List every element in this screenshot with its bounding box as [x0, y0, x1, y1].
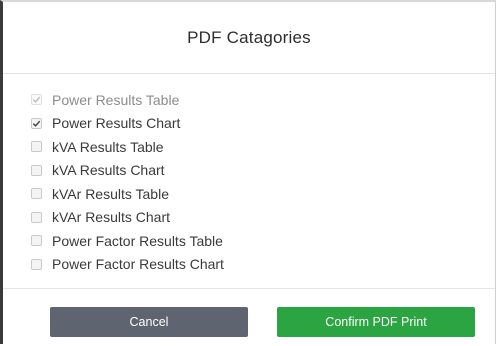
check-icon [32, 120, 41, 127]
checkbox[interactable] [31, 94, 42, 106]
option-kvar-results-table[interactable]: kVAr Results Table [31, 182, 495, 206]
dialog-footer: Cancel Confirm PDF Print [3, 288, 495, 346]
checkbox[interactable] [31, 164, 42, 176]
option-label: Power Results Chart [52, 115, 181, 132]
option-label: kVA Results Table [52, 138, 164, 155]
option-label: kVA Results Chart [52, 162, 165, 179]
option-power-factor-results-table[interactable]: Power Factor Results Table [31, 229, 495, 253]
checkbox[interactable] [31, 258, 42, 270]
option-power-results-chart[interactable]: Power Results Chart [31, 112, 495, 136]
option-kva-results-chart[interactable]: kVA Results Chart [31, 159, 495, 183]
options-list: Power Results Table Power Results Chart … [3, 74, 495, 286]
option-label: kVAr Results Table [52, 185, 169, 202]
checkbox[interactable] [31, 141, 42, 153]
check-icon [32, 96, 41, 104]
option-kva-results-table[interactable]: kVA Results Table [31, 135, 495, 159]
checkbox[interactable] [31, 188, 42, 200]
pdf-categories-dialog: PDF Catagories Power Results Table Power… [0, 0, 496, 344]
option-power-results-table[interactable]: Power Results Table [31, 88, 495, 112]
option-label: Power Results Table [52, 91, 180, 108]
cancel-button[interactable]: Cancel [50, 307, 248, 337]
checkbox[interactable] [31, 117, 42, 129]
dialog-title: PDF Catagories [187, 27, 311, 47]
option-power-factor-results-chart[interactable]: Power Factor Results Chart [31, 253, 495, 277]
option-kvar-results-chart[interactable]: kVAr Results Chart [31, 206, 495, 230]
dialog-header: PDF Catagories [3, 2, 495, 74]
checkbox[interactable] [31, 235, 42, 247]
option-label: kVAr Results Chart [52, 209, 170, 226]
option-label: Power Factor Results Table [52, 232, 223, 249]
option-label: Power Factor Results Chart [52, 256, 224, 273]
checkbox[interactable] [31, 211, 42, 223]
confirm-pdf-print-button[interactable]: Confirm PDF Print [277, 307, 475, 337]
